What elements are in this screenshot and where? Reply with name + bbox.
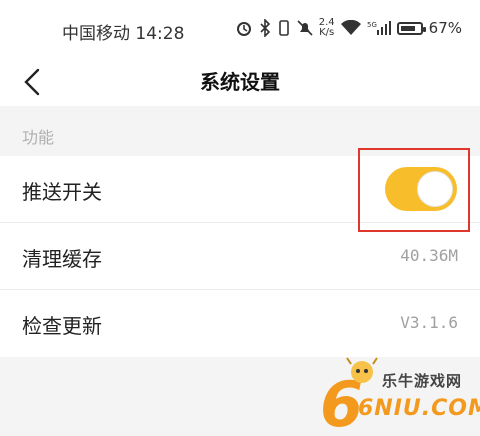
check-update-row[interactable]: 检查更新 V3.1.6 bbox=[0, 290, 480, 357]
alarm-icon bbox=[236, 22, 251, 36]
battery-icon bbox=[396, 21, 426, 35]
version-value: V3.1.6 bbox=[400, 313, 458, 332]
settings-list: 推送开关 清理缓存 40.36M 检查更新 V3.1.6 bbox=[0, 148, 480, 357]
watermark-domain: 6NIU.COM bbox=[358, 396, 480, 421]
watermark-logo: 6 乐牛游戏网 6NIU.COM bbox=[318, 356, 480, 432]
section-label: 功能 bbox=[22, 128, 55, 147]
push-setting-row: 推送开关 bbox=[0, 148, 480, 232]
cache-size-value: 40.36M bbox=[400, 246, 458, 265]
clear-cache-label: 清理缓存 bbox=[22, 247, 102, 271]
clear-cache-row[interactable]: 清理缓存 40.36M bbox=[0, 223, 480, 290]
net-speed: 2.4 K/s bbox=[319, 18, 335, 38]
battery-percent: 67% bbox=[428, 19, 462, 37]
status-bar: 中国移动 14:28 2.4 K/s 5G 67% bbox=[0, 0, 480, 56]
mute-icon bbox=[297, 20, 313, 36]
wifi-icon bbox=[340, 20, 361, 35]
bluetooth-icon bbox=[260, 19, 270, 37]
header: 系统设置 bbox=[0, 56, 480, 106]
carrier-time: 中国移动 14:28 bbox=[62, 24, 185, 44]
page-title: 系统设置 bbox=[200, 70, 280, 94]
vibrate-icon bbox=[278, 20, 289, 36]
watermark-name: 乐牛游戏网 bbox=[382, 372, 463, 390]
toggle-knob bbox=[417, 171, 453, 207]
signal-5g-icon: 5G bbox=[367, 21, 391, 35]
svg-text:5G: 5G bbox=[367, 21, 377, 29]
status-icons: 2.4 K/s 5G 67% bbox=[235, 16, 462, 40]
push-setting-label: 推送开关 bbox=[22, 180, 102, 204]
push-toggle[interactable] bbox=[385, 167, 457, 211]
check-update-label: 检查更新 bbox=[22, 314, 102, 338]
net-speed-unit: K/s bbox=[319, 27, 335, 38]
